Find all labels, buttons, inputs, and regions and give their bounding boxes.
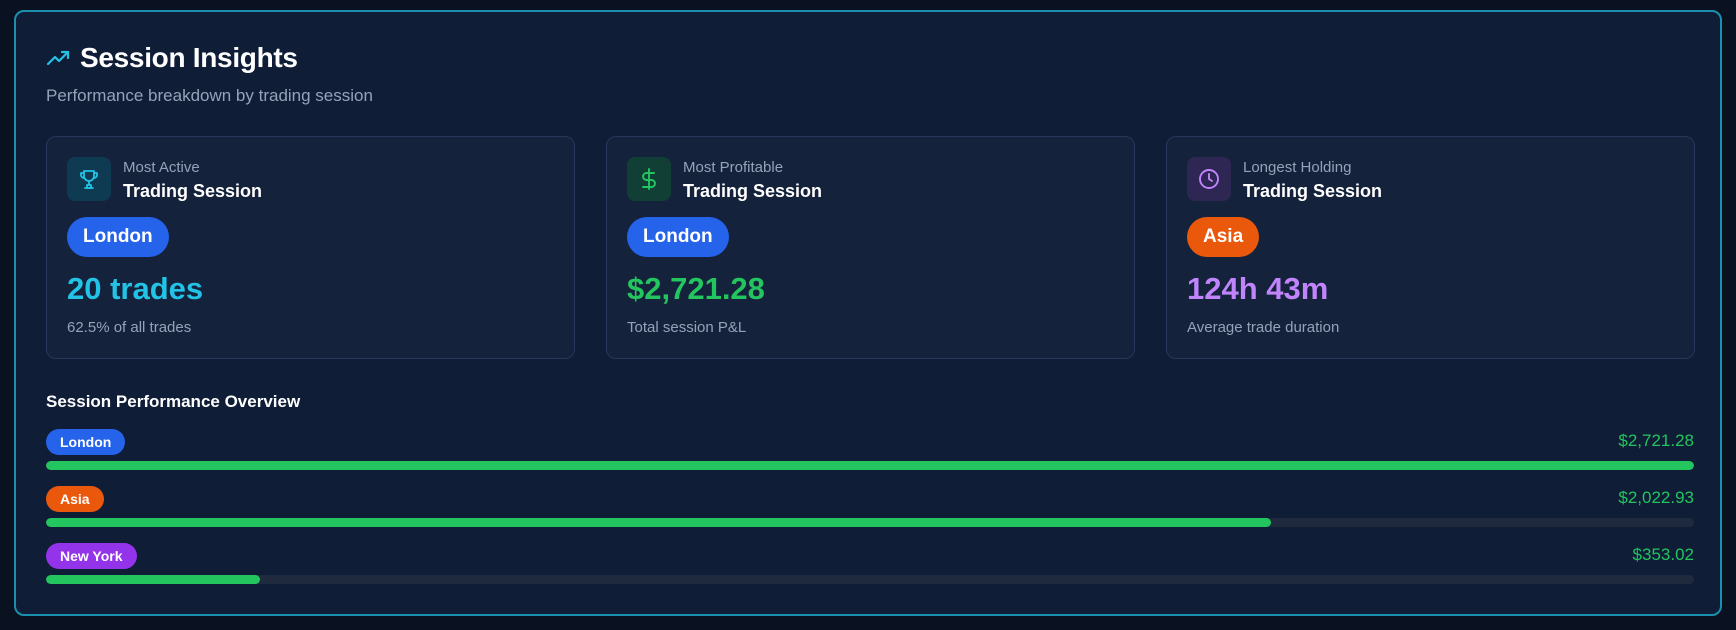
- panel-header: Session Insights Performance breakdown b…: [46, 42, 373, 106]
- trophy-icon: [67, 157, 111, 201]
- progress-track: [46, 575, 1694, 584]
- card-kicker: Longest Holding: [1243, 159, 1352, 176]
- card-kicker: Most Profitable: [683, 159, 784, 176]
- session-badge-asia: Asia: [46, 486, 104, 512]
- session-badge-asia: Asia: [1187, 217, 1260, 257]
- dollar-icon: [627, 157, 671, 201]
- card-kicker: Most Active: [123, 159, 200, 176]
- insight-cards: Most Active Trading Session London 20 tr…: [46, 136, 1695, 359]
- progress-track: [46, 461, 1694, 470]
- progress-fill: [46, 461, 1694, 470]
- session-amount: $353.02: [1632, 545, 1694, 564]
- session-row-asia: Asia $2,022.93: [46, 486, 1694, 543]
- session-performance-list: London $2,721.28 Asia $2,022.93 New York…: [46, 429, 1694, 600]
- page-title: Session Insights: [80, 42, 298, 73]
- card-note: Total session P&L: [627, 319, 747, 336]
- title-row: Session Insights: [46, 42, 373, 74]
- session-amount: $2,022.93: [1618, 488, 1694, 507]
- trade-count-value: 20 trades: [67, 271, 204, 306]
- page-subtitle: Performance breakdown by trading session: [46, 86, 373, 105]
- session-insights-panel: Session Insights Performance breakdown b…: [14, 10, 1722, 616]
- session-badge-london: London: [627, 217, 729, 257]
- overview-title: Session Performance Overview: [46, 392, 301, 411]
- avg-duration-value: 124h 43m: [1187, 271, 1329, 306]
- session-row-london: London $2,721.28: [46, 429, 1694, 486]
- progress-fill: [46, 518, 1272, 527]
- session-badge-london: London: [46, 429, 126, 455]
- progress-fill: [46, 575, 260, 584]
- session-pnl-value: $2,721.28: [627, 271, 765, 306]
- most-profitable-card: Most Profitable Trading Session London $…: [606, 136, 1135, 359]
- card-heading: Trading Session: [683, 181, 823, 201]
- longest-holding-card: Longest Holding Trading Session Asia 124…: [1166, 136, 1695, 359]
- most-active-card: Most Active Trading Session London 20 tr…: [46, 136, 575, 359]
- card-note: 62.5% of all trades: [67, 319, 192, 336]
- session-row-new-york: New York $353.02: [46, 543, 1694, 600]
- card-heading: Trading Session: [1243, 181, 1383, 201]
- session-amount: $2,721.28: [1618, 431, 1694, 450]
- session-badge-london: London: [67, 217, 169, 257]
- trending-up-icon: [46, 46, 70, 70]
- session-badge-new-york: New York: [46, 543, 137, 569]
- card-heading: Trading Session: [123, 181, 263, 201]
- card-note: Average trade duration: [1187, 319, 1340, 336]
- clock-icon: [1187, 157, 1231, 201]
- progress-track: [46, 518, 1694, 527]
